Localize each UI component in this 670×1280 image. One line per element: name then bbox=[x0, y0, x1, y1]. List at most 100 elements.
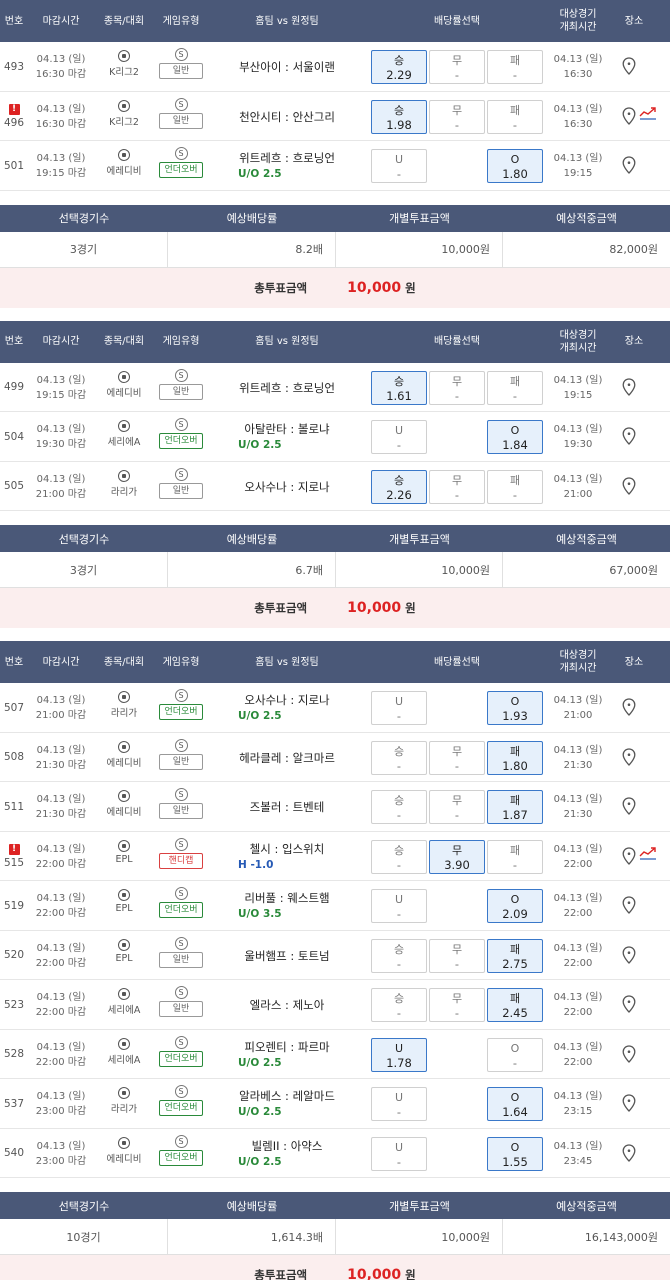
odds-button[interactable]: 무- bbox=[429, 469, 485, 504]
odds-button[interactable]: 무- bbox=[429, 790, 485, 824]
odds-button[interactable]: O 1.55 bbox=[487, 1136, 543, 1171]
odds-button[interactable]: 무 3.90 bbox=[429, 839, 485, 874]
odds-button[interactable]: O- bbox=[487, 1037, 543, 1072]
match-row: 493 04.13 (일) 16:30 마감 K리그2 S 일반 부산아이 : 서울이랜 승 2… bbox=[0, 42, 670, 92]
odds-value: 1.87 bbox=[502, 808, 528, 822]
odds-button[interactable]: 패- bbox=[487, 50, 543, 84]
odds-button[interactable]: 무- bbox=[429, 50, 485, 84]
odds-button[interactable]: 무- bbox=[429, 988, 485, 1022]
table-header: 번호 마감시간 종목/대회 게임유형 홈팀 vs 원정팀 배당률선택 대상경기 개최시간 장소 bbox=[0, 0, 670, 42]
odds-button[interactable]: 승- bbox=[371, 790, 427, 824]
game-number: 493 bbox=[0, 42, 28, 91]
league-name: K리그2 bbox=[109, 116, 139, 128]
odds-button[interactable]: 무- bbox=[429, 370, 485, 405]
odds-label: 무 bbox=[451, 843, 463, 857]
odds-button[interactable]: 승 1.98 bbox=[371, 99, 427, 134]
odds-value: - bbox=[512, 857, 518, 872]
match-teams: 울버햄프 : 토트넘 bbox=[212, 948, 362, 964]
deadline: 04.13 (일) 21:00 마감 bbox=[30, 472, 92, 502]
odds-button[interactable]: 패 1.80 bbox=[487, 740, 543, 775]
odds-button[interactable]: 패 2.45 bbox=[487, 988, 543, 1022]
odds-button[interactable]: U- bbox=[371, 149, 427, 183]
summary-header-stake: 개별투표금액 bbox=[389, 532, 450, 546]
sport-league: 에레디비 bbox=[98, 1136, 150, 1165]
odds-button[interactable]: U- bbox=[371, 420, 427, 454]
start-hour: 22:00 bbox=[563, 1056, 593, 1068]
sport-league: 라리가 bbox=[98, 691, 150, 719]
odds-button[interactable]: U 1.78 bbox=[371, 1037, 427, 1072]
location-pin-icon[interactable] bbox=[622, 747, 636, 766]
odds-button[interactable]: 패- bbox=[487, 370, 543, 405]
location-pin-icon[interactable] bbox=[622, 698, 636, 716]
location-pin-icon[interactable] bbox=[622, 427, 636, 445]
deadline-time: 21:00 마감 bbox=[35, 488, 87, 500]
location-pin-icon[interactable] bbox=[622, 797, 636, 815]
deadline-time: 19:15 마감 bbox=[35, 389, 87, 401]
deadline-time: 21:30 마감 bbox=[35, 809, 87, 820]
match-row: 505 04.13 (일) 21:00 마감 라리가 S 일반 오사수나 : 지로나 승 2.2… bbox=[0, 462, 670, 511]
trend-chart-icon[interactable] bbox=[639, 846, 657, 860]
game-type: S 언더오버 bbox=[157, 689, 205, 720]
odds-button[interactable]: 승 2.29 bbox=[371, 50, 427, 84]
location-pin-icon[interactable] bbox=[622, 156, 636, 174]
header-start-line2: 개최시간 bbox=[559, 663, 597, 674]
odds-button[interactable]: O 1.80 bbox=[487, 149, 543, 183]
location-pin-icon[interactable] bbox=[622, 57, 636, 75]
match-teams: 부산아이 : 서울이랜 bbox=[212, 59, 362, 75]
odds-button[interactable]: 패- bbox=[487, 839, 543, 874]
odds-button[interactable]: O 2.09 bbox=[487, 889, 543, 923]
odds-button[interactable]: 무- bbox=[429, 938, 485, 973]
section-gap bbox=[0, 1178, 670, 1192]
deadline-time: 21:30 마감 bbox=[35, 759, 87, 771]
soccer-ball-icon bbox=[118, 1136, 130, 1149]
odds-button[interactable]: 무- bbox=[429, 99, 485, 134]
deadline: 04.13 (일) 21:30 마감 bbox=[30, 792, 92, 822]
header-no: 번호 bbox=[4, 656, 24, 668]
odds-button[interactable]: 승 2.26 bbox=[371, 469, 427, 504]
game-type-badge: 일반 bbox=[159, 112, 203, 129]
header-deadline: 마감시간 bbox=[42, 336, 80, 347]
start-time: 04.13 (일) 19:15 bbox=[547, 151, 609, 181]
location-pin-icon[interactable] bbox=[622, 106, 636, 125]
location-pin-icon[interactable] bbox=[622, 945, 636, 964]
location-pin-icon[interactable] bbox=[622, 1143, 636, 1162]
summary-header-count: 선택경기수 bbox=[58, 532, 110, 546]
odds-button[interactable]: 패- bbox=[487, 99, 543, 134]
game-number: 507 bbox=[0, 683, 28, 732]
odds-label: 패 bbox=[509, 744, 521, 758]
odds-button[interactable]: 승- bbox=[371, 988, 427, 1022]
teams-text: 오사수나 : 지로나 bbox=[244, 479, 330, 494]
odds-button[interactable]: U- bbox=[371, 1087, 427, 1121]
deadline: 04.13 (일) 22:00 마감 bbox=[30, 990, 92, 1020]
odds-value: - bbox=[454, 1006, 460, 1020]
game-type-badge: 언더오버 bbox=[159, 1100, 203, 1116]
game-number: ! 496 bbox=[0, 92, 28, 141]
location-pin-icon[interactable] bbox=[622, 1094, 636, 1112]
odds-button[interactable]: 승- bbox=[371, 740, 427, 775]
odds-button[interactable]: 승- bbox=[371, 839, 427, 874]
odds-button[interactable]: O 1.93 bbox=[487, 691, 543, 725]
location-pin-icon[interactable] bbox=[622, 896, 636, 914]
odds-button[interactable]: 패 1.87 bbox=[487, 790, 543, 824]
odds-button[interactable]: 패 2.75 bbox=[487, 938, 543, 973]
odds-button[interactable]: 승- bbox=[371, 938, 427, 973]
league-name: 세리에A bbox=[107, 1054, 141, 1066]
odds-button[interactable]: U- bbox=[371, 1136, 427, 1171]
odds-button[interactable]: U- bbox=[371, 691, 427, 725]
odds-button[interactable]: O 1.84 bbox=[487, 420, 543, 454]
location-pin-icon[interactable] bbox=[622, 476, 636, 495]
location-pin-icon[interactable] bbox=[622, 1044, 636, 1063]
odds-button[interactable]: O 1.64 bbox=[487, 1087, 543, 1121]
odds-button[interactable]: 무- bbox=[429, 740, 485, 775]
game-type: S 일반 bbox=[157, 986, 205, 1017]
location-pin-icon[interactable] bbox=[622, 377, 636, 396]
odds-button[interactable]: 승 1.61 bbox=[371, 370, 427, 405]
odds-button[interactable]: U- bbox=[371, 889, 427, 923]
summary-header-odds: 예상배당률 bbox=[226, 212, 278, 225]
odds-button[interactable]: 패- bbox=[487, 469, 543, 504]
start-date: 04.13 (일) bbox=[553, 1041, 603, 1053]
start-time: 04.13 (일) 16:30 bbox=[547, 52, 609, 82]
location-pin-icon[interactable] bbox=[622, 846, 636, 865]
trend-chart-icon[interactable] bbox=[639, 106, 657, 120]
location-pin-icon[interactable] bbox=[622, 995, 636, 1013]
